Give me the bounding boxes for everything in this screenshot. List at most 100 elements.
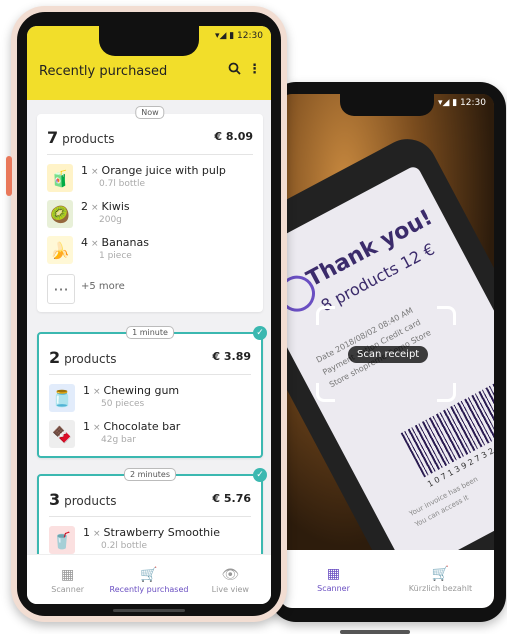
scan-frame: Scan receipt: [316, 306, 456, 402]
time-badge: 2 minutes: [123, 468, 177, 481]
banana-icon: 🍌: [47, 236, 73, 264]
purchase-card[interactable]: Now 7 products € 8.09 🧃 1 × Orange juice wi…: [37, 106, 263, 312]
status-bar: ▾◢ ▮ 12:30: [214, 31, 263, 41]
barcode-icon: ▦: [61, 566, 75, 583]
nav-scanner[interactable]: ▦ Scanner: [27, 555, 108, 604]
item-qty: 4: [81, 236, 88, 249]
search-icon[interactable]: [228, 62, 241, 79]
scanner-screen: ▾◢ ▮ 12:30 Thank you! 8 products 12 € Da…: [280, 94, 494, 608]
list-item: 🍌 4 × Bananas 1 piece: [47, 234, 253, 270]
card-total: € 8.09: [214, 130, 253, 143]
scan-corner: [316, 306, 335, 325]
divider: [49, 516, 251, 517]
purchase-card[interactable]: 1 minute ✓ 2 products € 3.89 🫙 1 × Chewing …: [37, 326, 267, 458]
time-badge: 1 minute: [126, 326, 174, 339]
list-item: 🥤 1 × Strawberry Smoothie 0.2l bottle: [49, 524, 251, 554]
item-line: 1 × Chewing gum: [83, 384, 179, 397]
item-qty: 1: [83, 526, 90, 539]
item-line: 1 × Chocolate bar: [83, 420, 180, 433]
divider: [47, 154, 253, 155]
recently-purchased-screen: ▾◢ ▮ 12:30 Recently purchased ⋮ Now 7 pro…: [27, 26, 271, 604]
item-detail: 50 pieces: [101, 399, 145, 409]
more-dots-icon: ···: [47, 274, 75, 304]
receipt-footer: Your invoice has been You can access it: [407, 473, 486, 530]
product-count-label: products: [64, 494, 117, 508]
check-icon: ✓: [253, 468, 267, 482]
times-sign: ×: [91, 239, 99, 249]
more-items-label: +5 more: [81, 281, 125, 292]
card-header: 2 products € 3.89: [49, 348, 251, 368]
nav-label: Scanner: [317, 583, 350, 593]
item-name: Chewing gum: [103, 384, 180, 397]
item-qty: 2: [81, 200, 88, 213]
check-icon: ✓: [253, 326, 267, 340]
page-title: Recently purchased: [39, 64, 168, 79]
nav-recently-purchased[interactable]: 🛒 Recently purchased: [108, 555, 189, 604]
card-header: 3 products € 5.76: [49, 490, 251, 510]
back-phone: ▾◢ ▮ 12:30 Thank you! 8 products 12 € Da…: [270, 82, 506, 634]
list-item: 🥝 2 × Kiwis 200g: [47, 198, 253, 234]
item-name: Orange juice with pulp: [101, 164, 226, 177]
scan-receipt-button[interactable]: Scan receipt: [348, 346, 429, 363]
item-line: 4 × Bananas: [81, 236, 149, 249]
card-total: € 3.89: [212, 350, 251, 363]
card-header: 7 products € 8.09: [47, 128, 253, 148]
product-count: 2: [49, 348, 61, 367]
times-sign: ×: [93, 423, 101, 433]
more-menu-icon[interactable]: ⋮: [248, 62, 261, 77]
camera-view: Thank you! 8 products 12 € Date 2018/08/…: [280, 94, 494, 608]
status-bar: ▾◢ ▮ 12:30: [437, 98, 486, 108]
divider: [49, 374, 251, 375]
item-line: 1 × Orange juice with pulp: [81, 164, 226, 177]
scan-corner: [316, 383, 335, 402]
eye-icon: 👁: [221, 566, 240, 583]
nav-label: Live view: [211, 584, 249, 594]
juice-bottle-icon: 🧃: [47, 164, 73, 192]
item-line: 2 × Kiwis: [81, 200, 130, 213]
kiwi-icon: 🥝: [47, 200, 73, 228]
item-name: Strawberry Smoothie: [103, 526, 220, 539]
item-qty: 1: [83, 420, 90, 433]
nav-live-view[interactable]: 👁 Live view: [190, 555, 271, 604]
more-items-row[interactable]: ··· +5 more: [47, 272, 253, 308]
nav-label: Scanner: [51, 584, 85, 594]
item-qty: 1: [81, 164, 88, 177]
times-sign: ×: [91, 203, 99, 213]
nav-scanner[interactable]: ▦ Scanner: [280, 550, 387, 608]
cart-icon: 🛒: [431, 565, 450, 582]
search-icon-glyph: [228, 62, 241, 75]
purchase-card[interactable]: 2 minutes ✓ 3 products € 5.76 🥤 1 × Strawbe…: [37, 468, 267, 554]
product-count: 3: [49, 490, 61, 509]
app-bar: ▾◢ ▮ 12:30 Recently purchased ⋮: [27, 26, 271, 100]
times-sign: ×: [91, 167, 99, 177]
bottom-nav: ▦ Scanner 🛒 Recently purchased 👁 Live vi…: [27, 554, 271, 604]
times-sign: ×: [93, 387, 101, 397]
time-badge: Now: [135, 106, 165, 119]
barcode-icon: ▦: [326, 565, 341, 582]
item-detail: 1 piece: [99, 251, 132, 261]
product-count: 7: [47, 128, 59, 147]
scan-corner: [437, 383, 456, 402]
product-count-label: products: [64, 352, 117, 366]
item-detail: 0.7l bottle: [99, 179, 145, 189]
power-button: [6, 156, 12, 196]
phone-bezel: ▾◢ ▮ 12:30 Recently purchased ⋮ Now 7 pro…: [17, 12, 281, 616]
front-phone: ▾◢ ▮ 12:30 Recently purchased ⋮ Now 7 pro…: [6, 6, 287, 622]
card-total: € 5.76: [212, 492, 251, 505]
chocolate-bar-icon: 🍫: [49, 420, 75, 448]
list-item: 🫙 1 × Chewing gum 50 pieces: [49, 382, 251, 418]
times-sign: ×: [93, 529, 101, 539]
nav-label: Recently purchased: [109, 584, 189, 594]
item-line: 1 × Strawberry Smoothie: [83, 526, 220, 539]
smoothie-bottle-icon: 🥤: [49, 526, 75, 554]
item-qty: 1: [83, 384, 90, 397]
cart-icon: 🛒: [140, 566, 158, 583]
item-detail: 0.2l bottle: [101, 541, 147, 551]
nav-recently-paid[interactable]: 🛒 Kürzlich bezahlt: [387, 550, 494, 608]
item-name: Kiwis: [101, 200, 130, 213]
scan-corner: [437, 306, 456, 325]
purchase-list: Now 7 products € 8.09 🧃 1 × Orange juice wi…: [27, 100, 271, 554]
notch: [340, 94, 434, 116]
home-indicator: [113, 609, 185, 612]
item-detail: 42g bar: [101, 435, 136, 445]
